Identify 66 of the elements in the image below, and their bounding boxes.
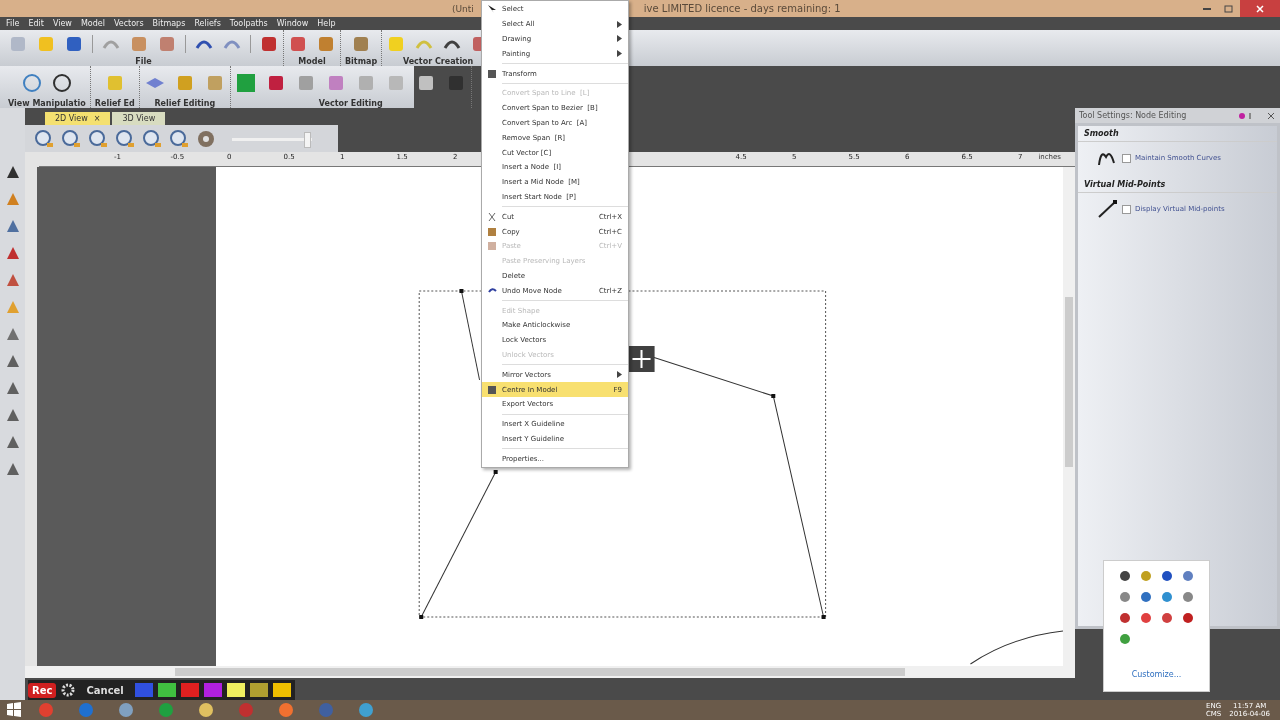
record-button[interactable]: Rec [28, 682, 57, 698]
close-icon[interactable] [1266, 110, 1276, 121]
arc-curve[interactable] [969, 630, 1063, 665]
tray-icon[interactable] [1160, 569, 1174, 583]
view-tab[interactable]: 3D View [112, 112, 166, 125]
zoom-icon[interactable] [141, 127, 163, 150]
customize-link[interactable]: Customize... [1131, 670, 1182, 679]
color-swatch[interactable] [157, 683, 176, 697]
window-title: ive LIMITED licence - days remaining: 1 [643, 3, 841, 14]
toolbar-group-label: Vector Editing [318, 99, 383, 108]
minimize-icon [1203, 7, 1211, 10]
menu-item[interactable]: Help [317, 19, 336, 28]
toolbar-group-label: Relief Ed [94, 99, 135, 108]
checkbox[interactable] [1122, 204, 1131, 214]
section-heading: Virtual Mid-Points [1078, 177, 1277, 193]
tray-icon[interactable] [1139, 590, 1153, 604]
section-heading: Smooth [1078, 126, 1277, 142]
scissors-icon [487, 211, 497, 222]
close-button[interactable] [1240, 0, 1280, 17]
tray-icon[interactable] [1118, 569, 1132, 583]
tray-icon[interactable] [1181, 611, 1195, 625]
color-swatch[interactable] [203, 683, 222, 697]
restore-icon [1224, 3, 1234, 14]
menu-item[interactable]: Edit [28, 19, 44, 28]
menu-item[interactable]: File [6, 19, 20, 28]
line-icon [1096, 198, 1118, 220]
zoom-icon[interactable] [114, 127, 136, 150]
vector-segment[interactable] [459, 289, 481, 381]
panel-title: Tool Settings: Node Editing [1079, 111, 1188, 120]
zoom-slider[interactable] [304, 131, 311, 148]
toolbar-group-label: Relief Editing [154, 99, 216, 108]
horizontal-scrollbar[interactable] [25, 666, 1075, 678]
menu-item[interactable]: Toolpaths [229, 19, 268, 28]
checkbox[interactable] [1122, 153, 1131, 163]
start-icon[interactable] [4, 700, 24, 720]
close-icon [1255, 3, 1265, 14]
color-swatch[interactable] [180, 683, 199, 697]
menu-item[interactable]: View [52, 19, 72, 28]
tray-icon[interactable] [1139, 611, 1153, 625]
toolbar-group-label: File [135, 57, 152, 66]
color-swatch[interactable] [272, 683, 291, 697]
window-title: (Unti [452, 3, 474, 14]
menu-item[interactable]: Bitmaps [152, 19, 186, 28]
menu-item[interactable]: Window [276, 19, 309, 28]
toolbar-group-label: Bitmap [345, 57, 378, 66]
tray-icon[interactable] [1118, 611, 1132, 625]
color-swatch[interactable] [134, 683, 153, 697]
cancel-button[interactable]: Cancel [80, 684, 130, 696]
color-swatch[interactable] [226, 683, 245, 697]
zoom-icon[interactable] [168, 127, 190, 150]
menu-item[interactable]: Model [80, 19, 105, 28]
settings-icon[interactable] [61, 683, 76, 697]
vertical-scrollbar[interactable] [1063, 167, 1075, 666]
color-swatch[interactable] [249, 683, 268, 697]
zoom-icon[interactable] [60, 127, 82, 150]
toolbar-group-label: Model [298, 57, 326, 66]
toolbar-group-label: Vector Creation [402, 57, 474, 66]
menu-item[interactable]: Reliefs [194, 19, 221, 28]
view-tab[interactable]: 2D View × [45, 112, 111, 125]
zoom-icon[interactable] [33, 127, 55, 150]
menu-item[interactable]: Vectors [113, 19, 144, 28]
tray-icon[interactable] [1160, 611, 1174, 625]
vector-segment[interactable] [419, 470, 498, 619]
toolbar-group-label: View Manipulatio [8, 99, 86, 108]
submenu-arrow-icon [617, 371, 622, 379]
zoom-icon[interactable] [87, 127, 109, 150]
